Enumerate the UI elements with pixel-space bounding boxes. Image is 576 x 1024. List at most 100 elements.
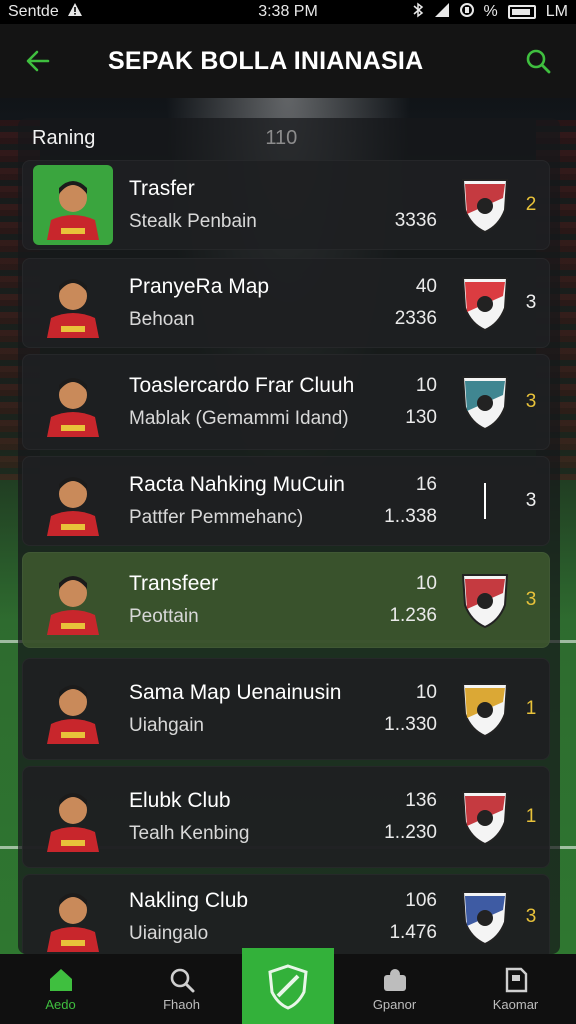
stat-top: 40 (415, 276, 437, 297)
nav-profile[interactable]: Gpanor (334, 954, 455, 1024)
rank-number: 3 (525, 906, 537, 927)
rank-number: 1 (525, 698, 537, 719)
list-item-text: Sama Map Uenainusin Uiahgain (129, 681, 367, 737)
list-item-name: PranyeRa Map (129, 275, 270, 298)
rank-number: 3 (525, 391, 537, 412)
list-header: Raning 110 (18, 118, 560, 158)
page-title: SEPAK BOLLA INIANASIA (108, 46, 424, 75)
list-item-stats: 40 2336 (367, 276, 437, 330)
club-crest-icon (457, 885, 513, 949)
player-avatar (33, 165, 113, 245)
club-crest-icon (457, 173, 513, 237)
list-item[interactable]: Racta Nahking MuCuin Pattfer Pemmehanc) 16… (22, 456, 550, 546)
stat-top: 10 (415, 573, 437, 594)
stat-bottom: 1..330 (384, 714, 437, 735)
club-crest-icon (457, 568, 513, 632)
rank-number: 3 (525, 589, 537, 610)
list-item-name: Transfeer (129, 572, 219, 595)
nav-home-label: Aedo (45, 996, 76, 1012)
stat-top: 136 (405, 790, 437, 811)
warning-icon (67, 2, 83, 23)
list-item-stats: 136 1..230 (367, 790, 437, 844)
rank-number: 2 (525, 194, 537, 215)
rank-number: 1 (525, 806, 537, 827)
stat-bottom: 1.236 (389, 605, 437, 626)
status-right-label: LM (545, 3, 568, 20)
person-icon (383, 968, 406, 991)
carrier-label: Sentde (8, 3, 59, 20)
list-item-name: Sama Map Uenainusin (129, 681, 342, 704)
player-avatar (33, 362, 113, 442)
list-header-count: 110 (265, 126, 298, 149)
list-item-text: Trasfer Stealk Penbain (129, 177, 367, 233)
list-item[interactable]: Sama Map Uenainusin Uiahgain 10 1..330 1 (22, 658, 550, 760)
rank-number: 3 (525, 292, 537, 313)
player-avatar (33, 263, 113, 343)
list-item[interactable]: PranyeRa Map Behoan 40 2336 3 (22, 258, 550, 348)
search-button[interactable] (520, 43, 556, 79)
club-crest-icon (457, 271, 513, 335)
list-item[interactable]: Toaslercardo Frar Cluuh Mablak (Gemammi I… (22, 354, 550, 450)
percent-label: % (483, 3, 498, 20)
list-item[interactable]: Elubk Club Tealh Kenbing 136 1..230 1 (22, 766, 550, 868)
nav-search[interactable]: Fhaoh (121, 954, 242, 1024)
list-item-subtitle: Behoan (129, 309, 195, 330)
stat-bottom: 1..338 (384, 506, 437, 527)
player-avatar (33, 560, 113, 640)
list-item[interactable]: Transfeer Peottain 10 1.236 3 (22, 552, 550, 648)
stat-bottom: 3336 (394, 210, 437, 231)
list-item-text: PranyeRa Map Behoan (129, 275, 367, 331)
nav-home[interactable]: Aedo (0, 954, 121, 1024)
list-item-text: Elubk Club Tealh Kenbing (129, 789, 367, 845)
list-header-label: Raning (32, 126, 96, 149)
list-item-text: Nakling Club Uiaingalo (129, 889, 367, 945)
club-crest-icon (457, 677, 513, 741)
nav-search-label: Fhaoh (163, 996, 200, 1012)
document-icon (505, 967, 527, 992)
list-item[interactable]: Nakling Club Uiaingalo 106 1.476 3 (22, 874, 550, 954)
list-item-name: Racta Nahking MuCuin (129, 473, 345, 496)
player-avatar (33, 777, 113, 857)
bottom-nav: Aedo Fhaoh Gpanor Kaomar (0, 948, 576, 1024)
club-crest-icon (457, 370, 513, 434)
list-item-stats: 3336 (367, 178, 437, 232)
list-item-subtitle: Mablak (Gemammi Idand) (129, 408, 349, 429)
list-item-text: Transfeer Peottain (129, 572, 367, 628)
list-item[interactable]: Trasfer Stealk Penbain 3336 2 (22, 160, 550, 250)
list-item-stats: 16 1..338 (367, 474, 437, 528)
app-bar: SEPAK BOLLA INIANASIA (0, 24, 576, 98)
stat-top: 106 (405, 890, 437, 911)
nav-documents-label: Kaomar (492, 996, 539, 1012)
club-crest-icon (457, 469, 513, 533)
list-item-subtitle: Peottain (129, 606, 199, 627)
club-crest-icon (457, 785, 513, 849)
search-icon (526, 49, 551, 74)
player-avatar (33, 877, 113, 954)
stat-bottom: 1.476 (389, 922, 437, 943)
back-button[interactable] (20, 43, 56, 79)
player-avatar (33, 461, 113, 541)
list-item-name: Trasfer (129, 177, 195, 200)
list-item-stats: 10 1..330 (367, 682, 437, 736)
status-bar: Sentde 3:38 PM % LM (0, 0, 576, 24)
stat-top: 10 (415, 682, 437, 703)
list-item-subtitle: Stealk Penbain (129, 211, 257, 232)
stat-bottom: 1..230 (384, 822, 437, 843)
nav-center-button[interactable] (242, 948, 334, 1024)
rank-number: 3 (525, 490, 537, 511)
stat-top: 16 (415, 474, 437, 495)
stat-top: 10 (415, 375, 437, 396)
signal-icon (434, 2, 450, 23)
nav-profile-label: Gpanor (372, 996, 417, 1012)
bluetooth-icon (412, 2, 424, 23)
shield-icon (268, 964, 308, 1010)
list-item-name: Elubk Club (129, 789, 231, 812)
player-avatar (33, 669, 113, 749)
list-item-subtitle: Uiahgain (129, 715, 204, 736)
data-saver-icon (459, 2, 474, 23)
search-icon (170, 968, 194, 992)
arrow-left-icon (26, 50, 50, 72)
list-item-subtitle: Pattfer Pemmehanc) (129, 507, 304, 528)
nav-documents[interactable]: Kaomar (455, 954, 576, 1024)
list-item-text: Racta Nahking MuCuin Pattfer Pemmehanc) (129, 473, 367, 529)
